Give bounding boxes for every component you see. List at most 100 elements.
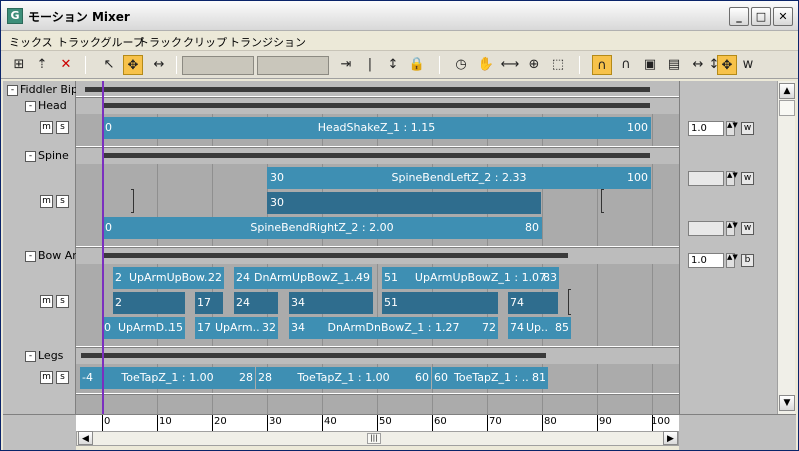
scroll-thumb[interactable] xyxy=(779,100,795,116)
collapse-bowarm[interactable]: - xyxy=(25,251,36,262)
mute-button-legs[interactable]: m xyxy=(40,371,53,384)
w-label: w xyxy=(742,57,754,72)
clip-arm-transition-5[interactable]: 51 xyxy=(382,292,498,314)
clip-arm-transition-1[interactable]: 2 xyxy=(113,292,185,314)
snap2-icon[interactable]: ∩ xyxy=(616,55,636,75)
solo-button-spine[interactable]: s xyxy=(56,195,69,208)
minimize-button[interactable]: _ xyxy=(729,7,749,26)
timeline-grid[interactable]: 0 HeadShakeZ_1 : 1.15 100 30 SpineBendLe… xyxy=(76,81,679,414)
mute-button-head[interactable]: m xyxy=(40,121,53,134)
clip-uparmupbow-b[interactable]: 51 UpArmUpBowZ_1 : 1.07 83 xyxy=(382,267,559,289)
weight-input-spine-2[interactable] xyxy=(688,221,724,236)
clip-arm-transition-4[interactable]: 34 xyxy=(289,292,373,314)
solo-button-bowarm[interactable]: s xyxy=(56,295,69,308)
mute-button-bowarm[interactable]: m xyxy=(40,295,53,308)
root-range-bar[interactable] xyxy=(85,87,650,92)
zoom-region-icon[interactable]: ⬚ xyxy=(548,55,568,75)
clip-spinebendright[interactable]: 0 SpineBendRightZ_2 : 2.00 80 xyxy=(102,217,542,239)
show-balance-icon[interactable]: ▤ xyxy=(664,55,684,75)
lock-icon[interactable]: 🔒 xyxy=(407,55,427,75)
collapse-root[interactable]: - xyxy=(7,85,18,96)
frame-field[interactable] xyxy=(182,56,254,75)
clip-bracket xyxy=(601,189,604,213)
menu-track-group[interactable]: トラックグループ xyxy=(57,34,144,50)
legs-range-bar[interactable] xyxy=(81,353,546,358)
clock-icon[interactable]: ◷ xyxy=(451,55,471,75)
collapse-head[interactable]: - xyxy=(25,101,36,112)
show-curve-icon[interactable]: ▣ xyxy=(640,55,660,75)
snap-icon[interactable]: ∩ xyxy=(592,55,612,75)
horizontal-scrollbar[interactable]: ◀ ||| ▶ xyxy=(76,431,679,446)
clip-end: 83 xyxy=(543,271,557,284)
toolbar-separator xyxy=(176,56,177,74)
clip-toetap-2[interactable]: 28 ToeTapZ_1 : 1.00 60 xyxy=(256,367,431,389)
add-transition-icon[interactable]: ⇡ xyxy=(32,55,52,75)
solo-button-head[interactable]: s xyxy=(56,121,69,134)
weight-button-head[interactable]: w xyxy=(741,122,754,135)
clip-headshake[interactable]: 0 HeadShakeZ_1 : 1.15 100 xyxy=(102,117,651,139)
clip-start: 74 xyxy=(510,321,524,334)
clip-uparmd[interactable]: 0 UpArmD.. 15 xyxy=(102,317,185,339)
move-icon[interactable]: ✥ xyxy=(123,55,143,75)
scroll-right-icon[interactable]: ▶ xyxy=(663,431,678,445)
clip-uparm[interactable]: 17 UpArm.. 32 xyxy=(195,317,278,339)
add-track-icon[interactable]: ⊞ xyxy=(9,55,29,75)
scroll-up-icon[interactable]: ▲ xyxy=(779,83,795,99)
clip-up[interactable]: 74 Up.. 85 xyxy=(508,317,571,339)
time-cursor[interactable] xyxy=(102,81,104,431)
weight-spinner-spine-2[interactable]: ▲▼ xyxy=(726,221,738,236)
vertical-scrollbar[interactable]: ▲ ▼ xyxy=(777,81,795,414)
scroll-down-icon[interactable]: ▼ xyxy=(779,395,795,411)
clip-arm-transition-6[interactable]: 74 xyxy=(508,292,558,314)
clip-end: 15 xyxy=(169,321,183,334)
zoom-icon[interactable]: ⊕ xyxy=(524,55,544,75)
weight-input-spine-1[interactable] xyxy=(688,171,724,186)
select-icon[interactable]: ↖ xyxy=(99,55,119,75)
time-ruler[interactable]: 0 10 20 30 40 50 60 70 80 90 100 xyxy=(76,414,679,431)
close-button[interactable]: ✕ xyxy=(773,7,793,26)
clip-spine-transition[interactable]: 30 xyxy=(267,192,541,214)
clip-spinebendleft[interactable]: 30 SpineBendLeftZ_2 : 2.33 100 xyxy=(267,167,651,189)
menu-clip[interactable]: クリップ xyxy=(183,34,227,50)
delete-icon[interactable]: ✕ xyxy=(56,55,76,75)
clip-toetap-3[interactable]: 60 ToeTapZ_1 : .. 81 xyxy=(432,367,548,389)
collapse-legs[interactable]: - xyxy=(25,351,36,362)
menu-mix[interactable]: ミックス xyxy=(9,34,53,50)
mute-button-spine[interactable]: m xyxy=(40,195,53,208)
weight-column: 1.0 ▲▼ w ▲▼ w ▲▼ w 1.0 ▲▼ b xyxy=(679,81,777,414)
bottom-right-panel xyxy=(679,414,796,450)
clip-uparmupbow-a[interactable]: 2 UpArmUpBow.. 22 xyxy=(113,267,224,289)
slip-icon[interactable]: ↔ xyxy=(149,55,169,75)
weight-button-bowarm[interactable]: b xyxy=(741,254,754,267)
weight-input-head[interactable]: 1.0 xyxy=(688,121,724,136)
weight-spinner-bowarm[interactable]: ▲▼ xyxy=(726,253,738,268)
maximize-button[interactable]: □ xyxy=(751,7,771,26)
weight-button-spine-1[interactable]: w xyxy=(741,172,754,185)
menu-track[interactable]: トラック xyxy=(138,34,182,50)
clip-dnarmupbow[interactable]: 24 DnArmUpBowZ_1.. 49 xyxy=(234,267,372,289)
move-all-icon[interactable]: ✥ xyxy=(717,55,737,75)
value-field[interactable] xyxy=(257,56,329,75)
solo-button-legs[interactable]: s xyxy=(56,371,69,384)
head-range-bar[interactable] xyxy=(103,103,650,108)
trim-icon[interactable]: ↕ xyxy=(383,55,403,75)
hand-icon[interactable]: ✋ xyxy=(476,55,496,75)
clip-end: 60 xyxy=(415,371,429,384)
clip-arm-transition-3[interactable]: 24 xyxy=(234,292,278,314)
clip-arm-transition-2[interactable]: 17 xyxy=(195,292,223,314)
weight-spinner-spine-1[interactable]: ▲▼ xyxy=(726,171,738,186)
bowarm-range-bar[interactable] xyxy=(103,253,568,258)
scroll-left-icon[interactable]: ◀ xyxy=(78,431,93,445)
weight-button-spine-2[interactable]: w xyxy=(741,222,754,235)
spine-range-bar[interactable] xyxy=(103,153,650,158)
bar-icon[interactable]: | xyxy=(360,55,380,75)
frame-icon[interactable]: ⇥ xyxy=(336,55,356,75)
weight-input-bowarm[interactable]: 1.0 xyxy=(688,253,724,268)
collapse-spine[interactable]: - xyxy=(25,151,36,162)
range-icon[interactable]: ⟷ xyxy=(500,55,520,75)
hscroll-thumb[interactable]: ||| xyxy=(367,433,381,444)
clip-toetap-1[interactable]: -4 ToeTapZ_1 : 1.00 28 xyxy=(80,367,255,389)
weight-spinner-head[interactable]: ▲▼ xyxy=(726,121,738,136)
clip-dnarmdnbow[interactable]: 34 DnArmDnBowZ_1 : 1.27 72 xyxy=(289,317,498,339)
menu-transition[interactable]: トランジション xyxy=(229,34,306,50)
